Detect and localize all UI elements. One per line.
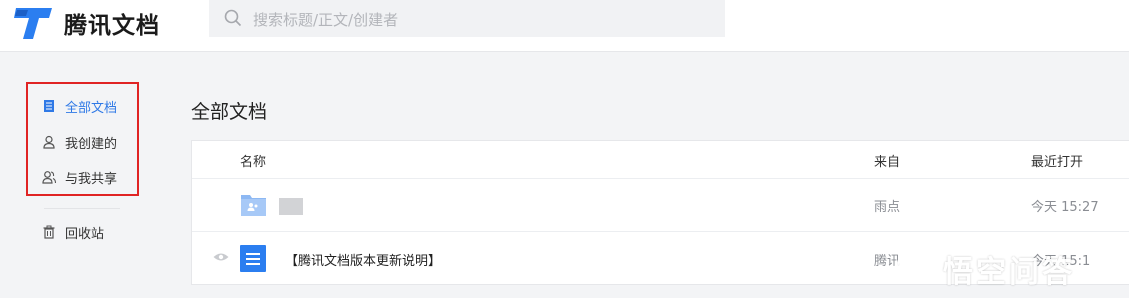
app-name: 腾讯文档: [64, 13, 160, 39]
watermark: 悟空问答: [889, 238, 1129, 294]
document-icon: [44, 100, 54, 112]
row-last-opened: 今天 15:27: [1031, 200, 1099, 215]
top-bar: 腾讯文档 搜索标题/正文/创建者: [0, 0, 1129, 52]
user-icon: [43, 135, 55, 149]
sidebar-item-label: 我创建的: [65, 136, 118, 152]
table-row[interactable]: 雨点 今天 15:27: [192, 178, 1129, 232]
doc-icon: [240, 245, 266, 272]
sidebar-item-all-docs[interactable]: 全部文档: [42, 95, 117, 117]
users-icon: [42, 171, 56, 184]
sidebar-divider: [44, 208, 120, 209]
shared-folder-icon: [241, 195, 266, 216]
search-input[interactable]: 搜索标题/正文/创建者: [253, 9, 398, 30]
eye-icon[interactable]: [213, 252, 229, 262]
sidebar-item-shared-with-me[interactable]: 与我共享: [42, 166, 117, 188]
file-list-header: 名称 来自 最近打开: [192, 141, 1129, 179]
column-header-name[interactable]: 名称: [240, 151, 266, 170]
search-box[interactable]: 搜索标题/正文/创建者: [209, 0, 725, 37]
search-icon: [224, 9, 242, 27]
redacted-folder-name: [279, 198, 303, 215]
column-header-last-opened[interactable]: 最近打开: [1031, 151, 1083, 170]
sidebar-item-label: 回收站: [65, 226, 105, 242]
wukong-logo-icon: [896, 251, 935, 281]
watermark-text: 悟空问答: [943, 255, 1075, 290]
row-source: 雨点: [874, 200, 901, 215]
sidebar-item-label: 与我共享: [65, 171, 118, 187]
sidebar-item-label: 全部文档: [65, 100, 118, 116]
column-header-source[interactable]: 来自: [874, 151, 900, 170]
trash-icon: [43, 225, 55, 239]
sidebar: 全部文档 我创建的 与我共享 回收站: [0, 52, 170, 298]
sidebar-item-trash[interactable]: 回收站: [42, 221, 104, 243]
sidebar-item-created-by-me[interactable]: 我创建的: [42, 131, 117, 153]
row-file-name[interactable]: 【腾讯文档版本更新说明】: [285, 250, 441, 269]
page-title: 全部文档: [191, 101, 268, 123]
tencent-docs-logo-icon[interactable]: [14, 5, 54, 41]
